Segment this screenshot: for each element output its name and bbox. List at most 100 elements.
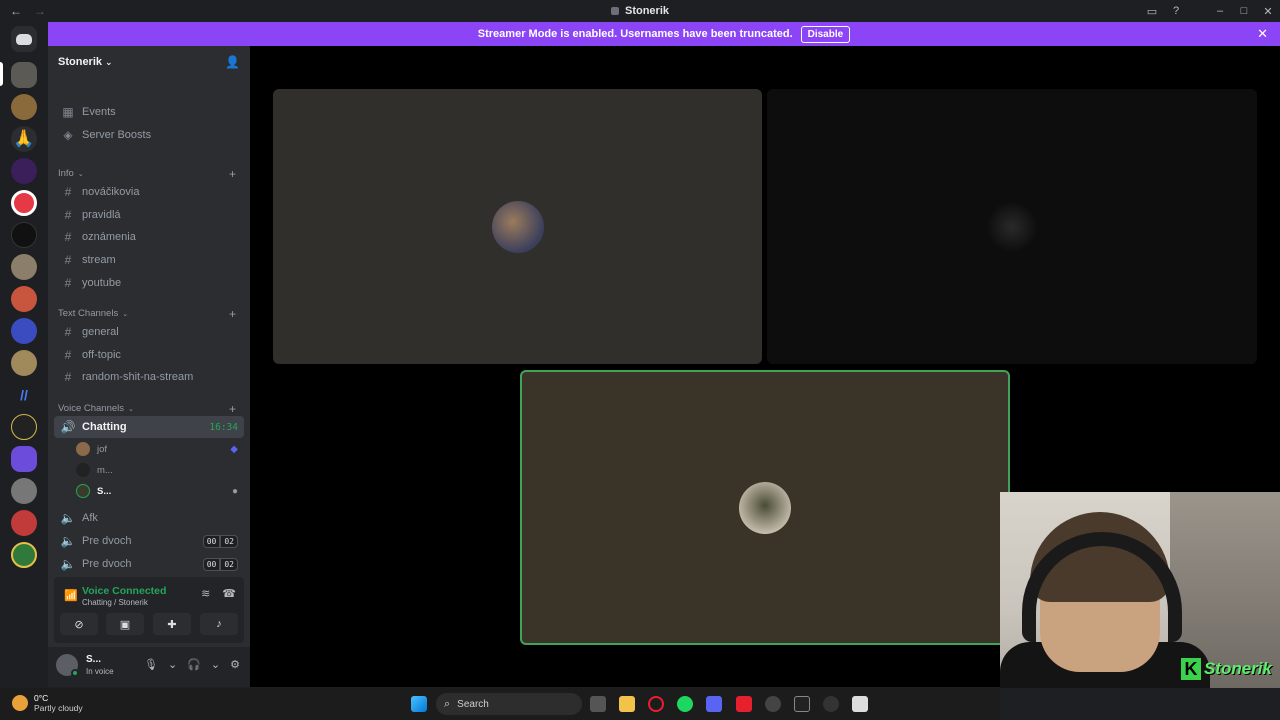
chevron-down-icon: ⌄: [122, 310, 129, 318]
chevron-down-icon[interactable]: ⌄: [211, 658, 220, 671]
server-icon-8[interactable]: [11, 286, 37, 312]
avatar: [76, 463, 90, 477]
microphone-icon[interactable]: 🎙: [144, 658, 158, 671]
server-icon-2[interactable]: [11, 94, 37, 120]
category-text-channels[interactable]: Text Channels ⌄ +: [58, 307, 244, 321]
user-limit-badge: 00 02: [202, 557, 238, 571]
taskbar-search[interactable]: ⌕ Search: [436, 693, 582, 715]
file-explorer-icon[interactable]: [619, 696, 635, 712]
hash-icon: #: [64, 325, 72, 339]
category-voice-channels[interactable]: Voice Channels ⌄ +: [58, 402, 244, 416]
channel-general[interactable]: # general: [54, 321, 244, 343]
settings-gear-icon[interactable]: ⚙: [230, 658, 240, 671]
voice-channel-pre-dvoch-1[interactable]: 🔈 Pre dvoch 00 02: [54, 530, 244, 552]
server-phantom-icon[interactable]: [11, 414, 37, 440]
server-icon-5[interactable]: [11, 190, 37, 216]
soundboard-button[interactable]: ♪: [200, 613, 238, 635]
screen-share-icon: ▣: [119, 618, 131, 631]
app-icon-8[interactable]: [765, 696, 781, 712]
spotify-icon[interactable]: [677, 696, 693, 712]
screen-share-button[interactable]: ▣: [106, 613, 144, 635]
voice-member-1[interactable]: jof ◆: [76, 439, 244, 459]
activities-icon: ✚: [167, 618, 177, 631]
minimize-icon[interactable]: –: [1208, 5, 1232, 17]
server-header[interactable]: Stonerik ⌄ 👤: [48, 46, 250, 78]
windows-start-icon[interactable]: [411, 696, 427, 712]
server-stonerik[interactable]: [11, 62, 37, 88]
participant-tile-3-speaking[interactable]: [520, 370, 1010, 645]
voice-location[interactable]: Chatting / Stonerik: [82, 598, 148, 607]
server-icon-15[interactable]: [11, 510, 37, 536]
server-icon-16[interactable]: [11, 542, 37, 568]
invite-user-icon[interactable]: 👤: [225, 55, 240, 69]
opera-icon[interactable]: [648, 696, 664, 712]
channel-random-shit-na-stream[interactable]: # random-shit-na-stream: [54, 366, 244, 388]
voice-member-3[interactable]: S... ●: [76, 481, 244, 501]
noise-suppression-icon[interactable]: ≋: [201, 587, 210, 600]
streamer-webcam: K Stonerik: [1000, 492, 1280, 688]
hash-icon: #: [64, 348, 72, 362]
server-chill-icon[interactable]: [11, 222, 37, 248]
voice-status[interactable]: Voice Connected: [82, 585, 166, 597]
participant-tile-2[interactable]: [767, 89, 1257, 364]
server-icon-13[interactable]: [11, 446, 37, 472]
help-icon[interactable]: ?: [1164, 5, 1188, 17]
disconnect-icon[interactable]: ☎: [222, 587, 236, 600]
home-button[interactable]: [11, 26, 37, 52]
server-icon-11[interactable]: //: [11, 382, 37, 408]
channel-pravidla[interactable]: # pravidlá: [54, 204, 244, 226]
obs-icon[interactable]: [823, 696, 839, 712]
inbox-icon[interactable]: ▭: [1140, 5, 1164, 18]
sidebar-item-events[interactable]: ▦ Events: [54, 101, 244, 123]
add-channel-icon[interactable]: +: [229, 307, 236, 321]
avatar: [76, 484, 90, 498]
server-icon-10[interactable]: [11, 350, 37, 376]
stonerik-logo: K Stonerik: [1180, 658, 1272, 680]
avatar[interactable]: [56, 654, 79, 677]
camera-off-button[interactable]: ⊘: [60, 613, 98, 635]
signal-icon[interactable]: 📶: [64, 589, 78, 602]
headphones-icon[interactable]: 🎧: [187, 658, 201, 671]
category-info[interactable]: Info ⌄ +: [58, 167, 244, 181]
weather-widget[interactable]: 0°C Partly cloudy: [12, 693, 83, 713]
discord-taskbar-icon[interactable]: [706, 696, 722, 712]
activities-button[interactable]: ✚: [153, 613, 191, 635]
add-channel-icon[interactable]: +: [229, 402, 236, 416]
chevron-down-icon: ⌄: [77, 170, 84, 178]
username[interactable]: S...: [86, 654, 101, 665]
maximize-icon[interactable]: □: [1232, 5, 1256, 17]
task-view-icon[interactable]: [590, 696, 606, 712]
search-icon: ⌕: [444, 697, 451, 710]
user-status: In voice: [86, 667, 114, 676]
server-cat-icon[interactable]: [11, 254, 37, 280]
voice-connection-panel: 📶 Voice Connected Chatting / Stonerik ≋ ☎…: [54, 577, 244, 643]
disable-button[interactable]: Disable: [800, 25, 851, 43]
channel-sidebar: Stonerik ⌄ 👤 ▦ Events ◈ Server Boosts Info ⌄…: [48, 46, 250, 687]
channel-off-topic[interactable]: # off-topic: [54, 344, 244, 366]
app-icon-9[interactable]: [794, 696, 810, 712]
channel-youtube[interactable]: # youtube: [54, 272, 244, 294]
voice-channel-afk[interactable]: 🔈 Afk: [54, 507, 244, 529]
close-window-icon[interactable]: ✕: [1256, 5, 1280, 18]
server-icon-14[interactable]: [11, 478, 37, 504]
voice-channel-chatting[interactable]: 🔊 Chatting 16:34: [54, 416, 244, 438]
server-icon-4[interactable]: [11, 158, 37, 184]
sidebar-item-server-boosts[interactable]: ◈ Server Boosts: [54, 124, 244, 146]
app-icon-11[interactable]: [852, 696, 868, 712]
channel-novacikovia[interactable]: # nováčikovia: [54, 181, 244, 203]
avatar: [76, 442, 90, 456]
hash-icon: #: [64, 253, 72, 267]
add-channel-icon[interactable]: +: [229, 167, 236, 181]
channel-stream[interactable]: # stream: [54, 249, 244, 271]
server-pray-icon[interactable]: 🙏: [11, 126, 37, 152]
chevron-down-icon[interactable]: ⌄: [168, 658, 177, 671]
close-icon[interactable]: ✕: [1257, 26, 1268, 42]
opera-gx-icon[interactable]: [736, 696, 752, 712]
channel-oznamenia[interactable]: # oznámenia: [54, 226, 244, 248]
server-icon-9[interactable]: [11, 318, 37, 344]
participant-tile-1[interactable]: [273, 89, 762, 364]
speaker-icon: 🔊: [60, 420, 76, 434]
hash-icon: #: [64, 230, 72, 244]
voice-member-2[interactable]: m...: [76, 460, 244, 480]
voice-channel-pre-dvoch-2[interactable]: 🔈 Pre dvoch 00 02: [54, 553, 244, 575]
